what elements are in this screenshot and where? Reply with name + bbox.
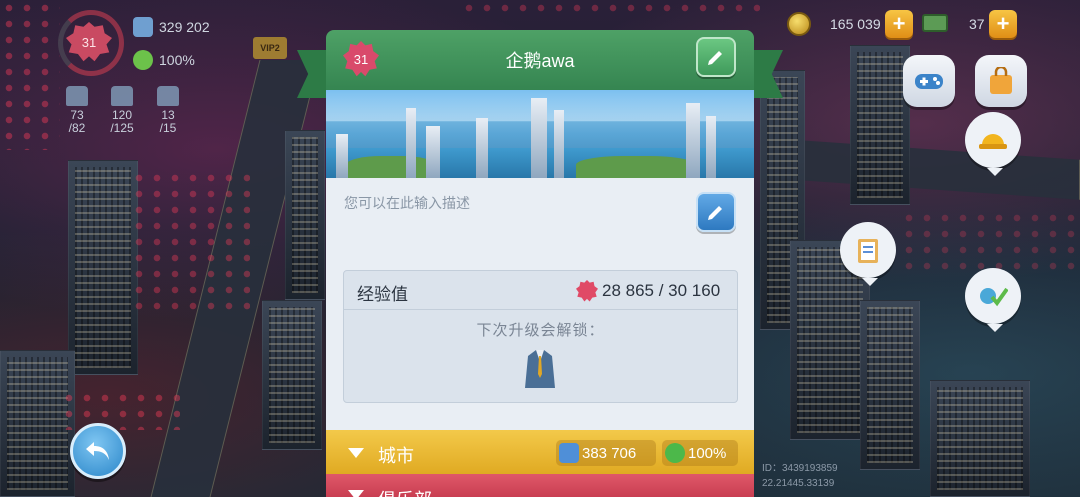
hard-hat-icon (979, 134, 1007, 149)
power-tank-icon (111, 86, 133, 106)
banner-tower (426, 126, 440, 178)
id-line-2: 22.21445.33139 (762, 478, 835, 489)
happiness-icon (133, 50, 153, 70)
skyscraper (262, 300, 322, 450)
city-population-value: 383 706 (582, 444, 637, 462)
sewage-tank-icon (157, 86, 179, 106)
experience-value: 28 865 / 30 160 (602, 281, 721, 300)
banner-tower (476, 118, 488, 178)
back-arrow-icon (86, 442, 109, 460)
back-button[interactable] (70, 423, 126, 479)
stat-max: /125 (110, 121, 134, 135)
stat-max: /15 (159, 121, 177, 135)
skyscraper (68, 160, 138, 375)
simoleons-count: 165 039 (830, 16, 881, 32)
construction-bubble[interactable] (965, 112, 1021, 176)
gamepad-icon (915, 74, 943, 89)
vip-badge[interactable]: VIP2 (253, 37, 287, 59)
checkmark-icon (980, 287, 1008, 307)
banner-tower (686, 103, 700, 178)
city-population-pill: 383 706 (556, 440, 656, 466)
trees (60, 390, 180, 430)
banner-tower (706, 116, 716, 178)
trees (130, 170, 250, 310)
skyscraper (860, 300, 920, 470)
population-count: 329 202 (159, 19, 210, 35)
city-section-label: 城市 (378, 446, 414, 466)
shop-button[interactable] (975, 55, 1027, 107)
description-text[interactable]: 您可以在此输入描述 (344, 193, 470, 213)
add-simcash-button[interactable]: + (989, 10, 1017, 38)
banner-tower (554, 110, 564, 178)
banner-park (346, 156, 436, 178)
next-unlock-label: 下次升级会解锁： (476, 322, 605, 339)
shopping-bag-icon (990, 67, 1012, 94)
water-tank-stat[interactable]: 73 /82 (62, 86, 92, 135)
sewage-tank-stat[interactable]: 13 /15 (153, 86, 183, 135)
player-name: 企鹅awa (505, 51, 575, 71)
club-section-label: 俱乐部 (378, 486, 432, 497)
trees (460, 0, 760, 20)
population-icon (559, 443, 579, 463)
city-service-bubble[interactable] (840, 222, 896, 286)
population-icon (133, 17, 153, 37)
simcash-count: 37 (969, 16, 985, 32)
skyscraper (285, 130, 325, 300)
clipboard-icon (858, 239, 878, 263)
city-banner-image (326, 90, 754, 178)
pencil-icon (708, 206, 722, 220)
power-tank-stat[interactable]: 120 /125 (104, 86, 140, 135)
trees (900, 210, 1080, 270)
business-suit-icon[interactable] (522, 346, 558, 390)
city-happiness-pill: 100% (662, 440, 738, 466)
simcash-bill-icon (922, 14, 948, 32)
city-happiness-value: 100% (688, 444, 727, 462)
stat-max: /82 (68, 121, 86, 135)
games-button[interactable] (903, 55, 955, 107)
banner-tower (336, 134, 348, 178)
edit-name-button[interactable] (696, 37, 736, 77)
water-tank-icon (66, 86, 88, 106)
experience-label: 经验值 (357, 285, 408, 304)
id-line-1: ID：3439193859 (762, 463, 838, 474)
banner-tower (406, 108, 416, 178)
trees (0, 0, 60, 150)
expand-triangle-icon (348, 448, 364, 458)
happiness-icon (665, 443, 685, 463)
expand-triangle-icon (348, 490, 364, 497)
edit-description-button[interactable] (696, 192, 736, 232)
add-simoleons-button[interactable]: + (885, 10, 913, 38)
simoleon-coin-icon (787, 12, 811, 36)
banner-park (576, 156, 696, 178)
skyscraper (850, 45, 910, 205)
pencil-icon (708, 51, 722, 65)
player-id-text: ID：3439193859 22.21445.33139 (762, 461, 838, 491)
skyscraper (930, 380, 1030, 497)
happiness-value: 100% (159, 52, 195, 68)
banner-tower (531, 98, 547, 178)
vu-tower-bubble[interactable] (965, 268, 1021, 332)
